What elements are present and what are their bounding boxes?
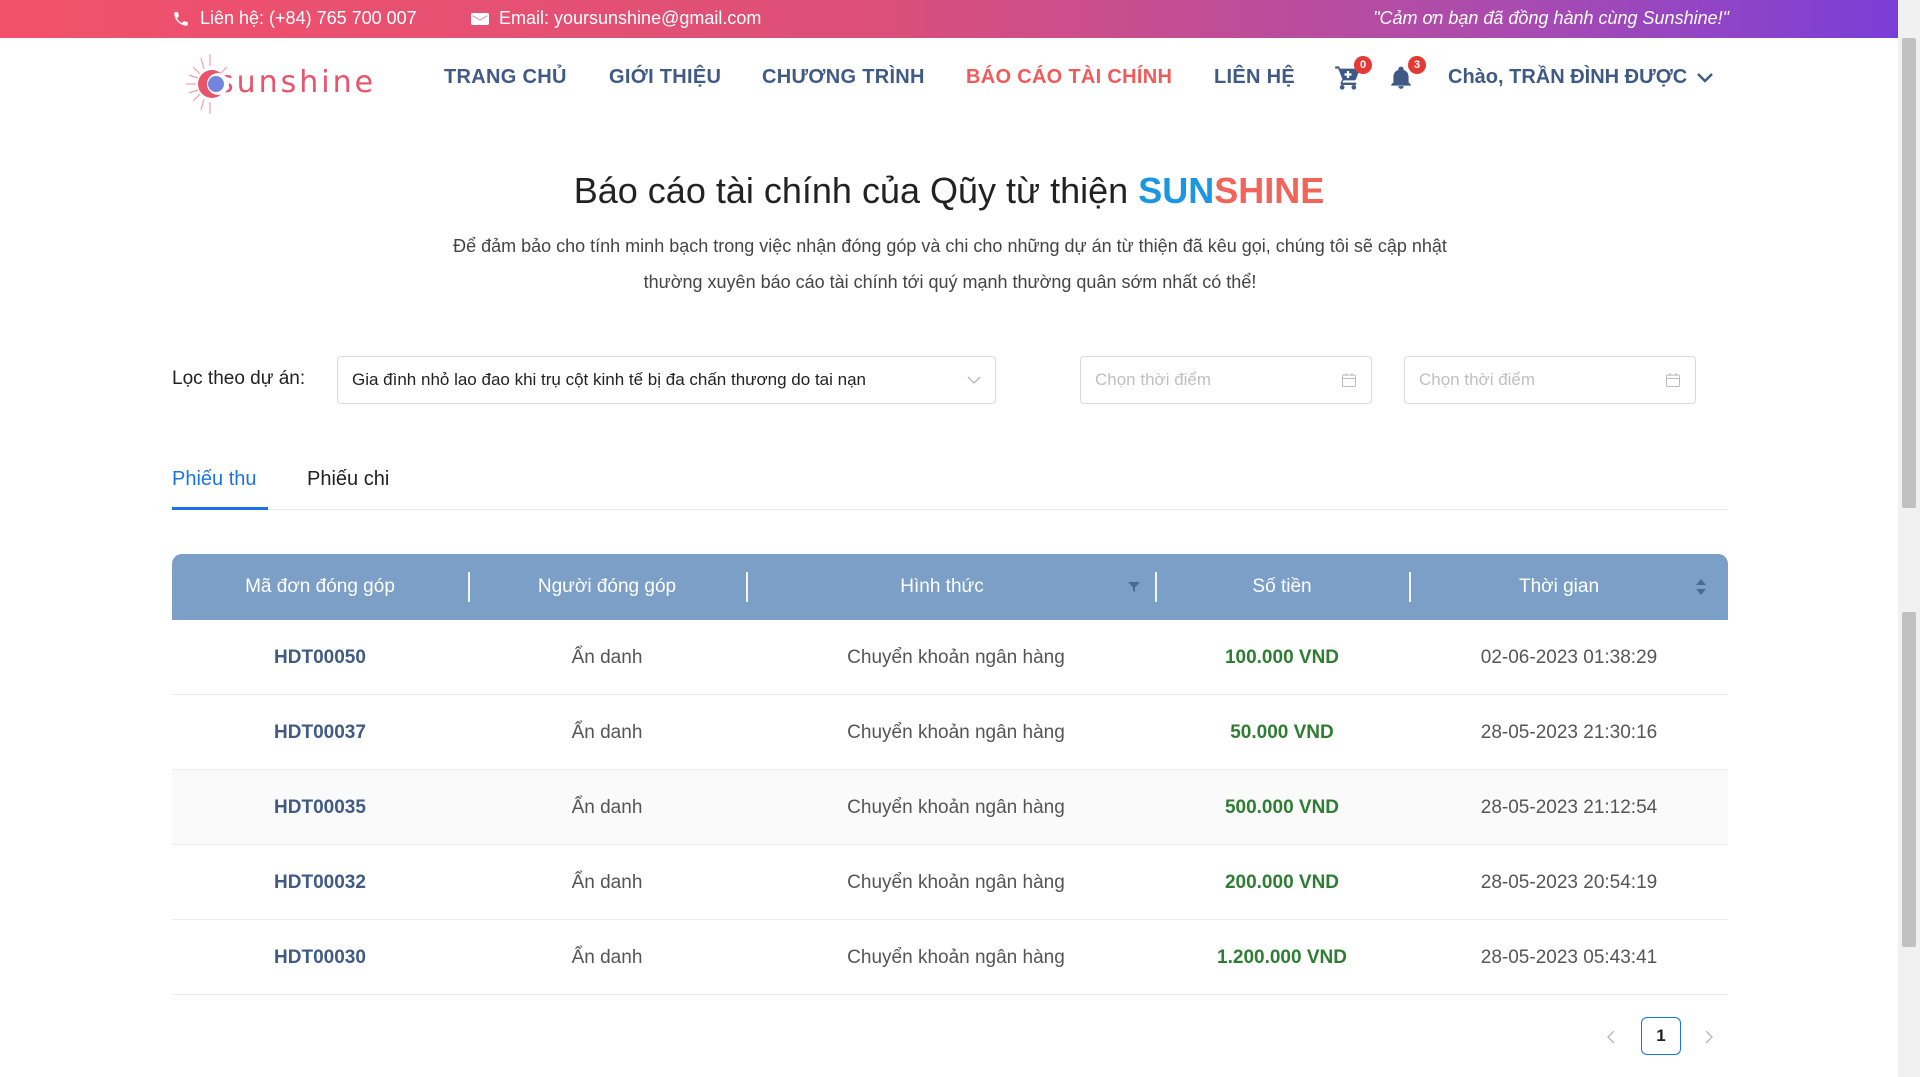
donor-name: Ẩn danh: [571, 646, 643, 668]
column-header-amount[interactable]: Số tiền: [1155, 554, 1409, 620]
donation-time: 28-05-2023 21:12:54: [1480, 796, 1658, 818]
date-to-placeholder: Chọn thời điểm: [1419, 370, 1536, 389]
header-label: Số tiền: [1252, 576, 1312, 597]
payment-method: Chuyển khoản ngân hàng: [847, 646, 1065, 668]
sunshine-logo[interactable]: sunshine: [182, 50, 382, 114]
description-line-2: thường xuyên báo cáo tài chính tới quý m…: [643, 272, 1257, 292]
donor-name: Ẩn danh: [571, 946, 643, 968]
column-header-code[interactable]: Mã đơn đóng góp: [172, 554, 468, 620]
payment-method: Chuyển khoản ngân hàng: [847, 871, 1065, 893]
title-shine: SHINE: [1214, 170, 1325, 211]
donation-code[interactable]: HDT00050: [172, 620, 468, 695]
date-from-picker[interactable]: Chọn thời điểm: [1080, 356, 1372, 404]
donor-name: Ẩn danh: [571, 721, 643, 743]
header-label: Thời gian: [1518, 576, 1600, 597]
payment-method: Chuyển khoản ngân hàng: [847, 721, 1065, 743]
user-greeting: Chào, TRẦN ĐÌNH ĐƯỢC: [1448, 66, 1688, 88]
date-from-placeholder: Chọn thời điểm: [1095, 370, 1212, 389]
scrollbar-thumb[interactable]: [1902, 38, 1916, 508]
nav-item-financial-report[interactable]: BÁO CÁO TÀI CHÍNH: [966, 66, 1172, 89]
project-select-value: Gia đình nhỏ lao đao khi trụ cột kinh tế…: [352, 370, 866, 389]
donation-amount: 100.000 VND: [1224, 646, 1340, 668]
header-label: Hình thức: [900, 576, 984, 597]
envelope-icon: [471, 12, 489, 25]
calendar-icon: [1342, 373, 1356, 387]
nav-item-programs[interactable]: CHƯƠNG TRÌNH: [762, 66, 925, 89]
prev-page-icon[interactable]: [1606, 1030, 1616, 1044]
contact-text: Liên hệ: (+84) 765 700 007: [200, 8, 417, 28]
user-menu[interactable]: Chào, TRẦN ĐÌNH ĐƯỢC: [1448, 66, 1714, 89]
date-to-picker[interactable]: Chọn thời điểm: [1404, 356, 1696, 404]
cart-count-badge: 0: [1354, 56, 1372, 74]
donation-code[interactable]: HDT00037: [172, 695, 468, 770]
sort-icon[interactable]: [1696, 579, 1706, 595]
table-row[interactable]: HDT00032 Ẩn danh Chuyển khoản ngân hàng …: [172, 845, 1728, 920]
contact-info[interactable]: Liên hệ: (+84) 765 700 007: [172, 8, 417, 29]
nav-item-contact[interactable]: LIÊN HỆ: [1214, 66, 1295, 89]
receipts-table: Mã đơn đóng góp Người đóng góp Hình thức…: [172, 554, 1728, 995]
page-number-current[interactable]: 1: [1641, 1017, 1681, 1055]
sun-logo-icon: [182, 52, 232, 114]
donation-time: 28-05-2023 20:54:19: [1480, 871, 1658, 893]
donation-amount: 50.000 VND: [1230, 721, 1334, 743]
description-line-1: Để đảm bảo cho tính minh bạch trong việc…: [453, 236, 1447, 256]
table-row[interactable]: HDT00037 Ẩn danh Chuyển khoản ngân hàng …: [172, 695, 1728, 770]
chevron-down-icon: [1697, 72, 1714, 83]
phone-icon: [174, 11, 188, 26]
header-label: Người đóng góp: [537, 576, 677, 597]
calendar-icon: [1666, 373, 1680, 387]
donation-time: 28-05-2023 05:43:41: [1480, 946, 1658, 968]
donation-code[interactable]: HDT00035: [172, 770, 468, 845]
chevron-down-icon: [967, 375, 981, 384]
donation-time: 02-06-2023 01:38:29: [1480, 646, 1658, 668]
title-prefix: Báo cáo tài chính của Qũy từ thiện: [573, 170, 1139, 211]
table-header: Mã đơn đóng góp Người đóng góp Hình thức…: [172, 554, 1728, 620]
logo-text: sunshine: [218, 64, 377, 100]
page-description: Để đảm bảo cho tính minh bạch trong việc…: [360, 228, 1540, 300]
top-info-bar: Liên hệ: (+84) 765 700 007 Email: yoursu…: [0, 0, 1898, 38]
tab-expenses[interactable]: Phiếu chi: [307, 468, 389, 491]
active-tab-indicator: [172, 507, 268, 510]
tab-receipts[interactable]: Phiếu thu: [172, 468, 257, 491]
notification-count-badge: 3: [1408, 56, 1426, 74]
payment-method: Chuyển khoản ngân hàng: [847, 796, 1065, 818]
project-select[interactable]: Gia đình nhỏ lao đao khi trụ cột kinh tế…: [337, 356, 996, 404]
cart-button[interactable]: 0: [1334, 56, 1372, 94]
next-page-icon[interactable]: [1704, 1030, 1714, 1044]
notification-button[interactable]: 3: [1388, 56, 1426, 94]
nav-item-about[interactable]: GIỚI THIỆU: [609, 66, 721, 89]
email-info[interactable]: Email: yoursunshine@gmail.com: [471, 8, 761, 29]
donation-amount: 200.000 VND: [1224, 871, 1340, 893]
donor-name: Ẩn danh: [571, 871, 643, 893]
page-title: Báo cáo tài chính của Qũy từ thiện SUNSH…: [0, 170, 1898, 212]
donor-name: Ẩn danh: [571, 796, 643, 818]
filter-icon[interactable]: [1128, 581, 1140, 593]
slogan: "Cảm ơn bạn đã đồng hành cùng Sunshine!": [1373, 8, 1729, 28]
header-label: Mã đơn đóng góp: [245, 576, 395, 597]
donation-code[interactable]: HDT00032: [172, 845, 468, 920]
report-tabs: Phiếu thu Phiếu chi: [172, 460, 1728, 510]
nav-item-home[interactable]: TRANG CHỦ: [444, 66, 567, 89]
payment-method: Chuyển khoản ngân hàng: [847, 946, 1065, 968]
filter-label: Lọc theo dự án:: [172, 368, 306, 389]
email-text: Email: yoursunshine@gmail.com: [499, 8, 762, 28]
donation-time: 28-05-2023 21:30:16: [1480, 721, 1658, 743]
column-header-donor[interactable]: Người đóng góp: [468, 554, 746, 620]
table-row[interactable]: HDT00050 Ẩn danh Chuyển khoản ngân hàng …: [172, 620, 1728, 695]
table-row[interactable]: HDT00035 Ẩn danh Chuyển khoản ngân hàng …: [172, 770, 1728, 845]
donation-amount: 1.200.000 VND: [1217, 946, 1347, 968]
table-row[interactable]: HDT00030 Ẩn danh Chuyển khoản ngân hàng …: [172, 920, 1728, 995]
title-sun: SUN: [1138, 170, 1215, 211]
scrollbar-track-segment: [1902, 612, 1916, 947]
donation-code[interactable]: HDT00030: [172, 920, 468, 995]
column-header-time[interactable]: Thời gian: [1409, 554, 1709, 620]
page-scrollbar[interactable]: [1898, 0, 1920, 1077]
donation-amount: 500.000 VND: [1224, 796, 1340, 818]
column-header-method[interactable]: Hình thức: [746, 554, 1138, 620]
